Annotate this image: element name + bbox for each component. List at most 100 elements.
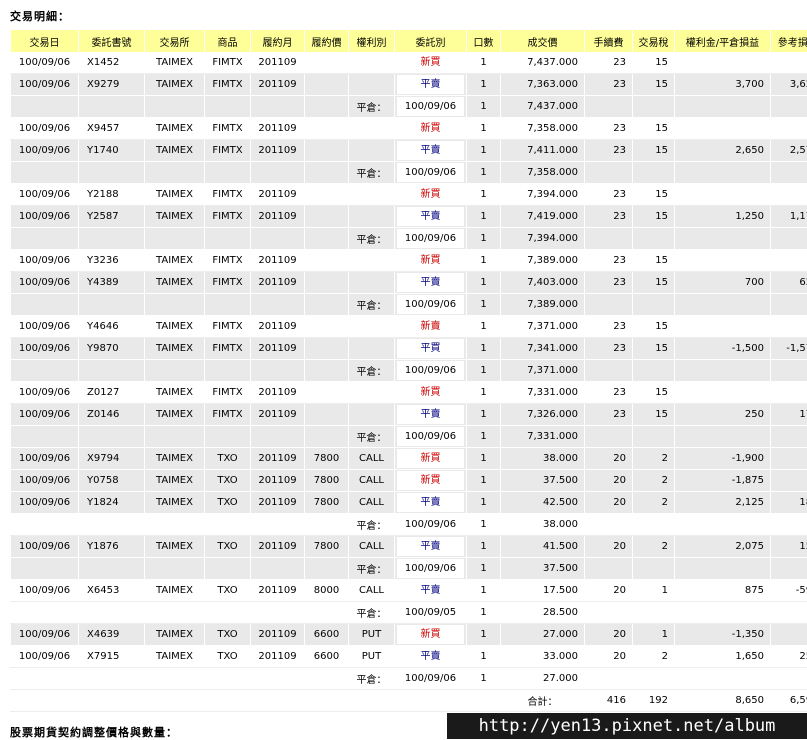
fee-cell: 20 (585, 492, 633, 514)
empty-cell (79, 294, 145, 316)
offset-label-cell: 平倉： (349, 294, 395, 316)
fill-price-cell: 38.000 (501, 448, 585, 470)
column-header: 交易稅 (633, 30, 675, 52)
offset-row: 平倉：100/09/0617,437.000 (11, 96, 807, 118)
order-side-cell: 新買 (395, 118, 467, 140)
table-row: 100/09/06Y0758TAIMEXTXO2011097800CALL新買1… (11, 470, 807, 492)
strike-cell (305, 74, 349, 96)
contract-month-cell: 201109 (251, 470, 305, 492)
empty-cell (771, 96, 807, 118)
table-body: 100/09/06X1452TAIMEXFIMTX201109新買17,437.… (11, 52, 807, 712)
total-fee-cell: 416 (585, 690, 633, 712)
table-row: 100/09/06Y1824TAIMEXTXO2011097800CALL平賣1… (11, 492, 807, 514)
fill-price-cell: 7,326.000 (501, 404, 585, 426)
trade-date-cell: 100/09/06 (11, 624, 79, 646)
quantity-cell: 1 (467, 74, 501, 96)
column-header: 商品 (205, 30, 251, 52)
strike-cell (305, 184, 349, 206)
column-header: 權利金/平倉損益 (675, 30, 771, 52)
fee-cell: 20 (585, 470, 633, 492)
offset-price-cell: 37.500 (501, 558, 585, 580)
offset-date: 100/09/06 (397, 427, 464, 446)
empty-cell (585, 294, 633, 316)
offset-label-cell: 平倉： (349, 162, 395, 184)
order-side-cell: 平賣 (395, 536, 467, 558)
tax-cell: 2 (633, 536, 675, 558)
quantity-cell: 1 (467, 448, 501, 470)
empty-cell (205, 558, 251, 580)
order-number-cell: Y9870 (79, 338, 145, 360)
empty-cell (205, 690, 251, 712)
adjustment-section-title: 股票期貨契約調整價格與數量： (10, 724, 178, 740)
order-side-label: 平賣 (397, 537, 464, 556)
quantity-cell: 1 (467, 184, 501, 206)
quantity-cell: 1 (467, 382, 501, 404)
offset-date: 100/09/06 (397, 295, 464, 314)
quantity-cell: 1 (467, 580, 501, 602)
order-number-cell: Z0146 (79, 404, 145, 426)
fee-cell: 20 (585, 580, 633, 602)
quantity-cell: 1 (467, 272, 501, 294)
column-header: 履約月 (251, 30, 305, 52)
empty-cell (771, 360, 807, 382)
tax-cell: 15 (633, 52, 675, 74)
order-number-cell: Y4389 (79, 272, 145, 294)
exchange-cell: TAIMEX (145, 184, 205, 206)
fill-price-cell: 33.000 (501, 646, 585, 668)
column-header: 交易所 (145, 30, 205, 52)
empty-cell (305, 602, 349, 624)
ref-pl-cell: 2,574 (771, 140, 807, 162)
offset-label-cell: 平倉： (349, 602, 395, 624)
quantity-cell: 1 (467, 514, 501, 536)
quantity-cell: 1 (467, 338, 501, 360)
pl-cell: 3,700 (675, 74, 771, 96)
empty-cell (585, 668, 633, 690)
product-cell: TXO (205, 646, 251, 668)
product-cell: FIMTX (205, 272, 251, 294)
fee-cell: 23 (585, 74, 633, 96)
empty-cell (305, 668, 349, 690)
strike-cell (305, 118, 349, 140)
order-number-cell: Y1740 (79, 140, 145, 162)
fill-price-cell: 7,411.000 (501, 140, 585, 162)
offset-row: 平倉：100/09/0617,389.000 (11, 294, 807, 316)
order-side-cell: 平賣 (395, 74, 467, 96)
exchange-cell: TAIMEX (145, 338, 205, 360)
order-number-cell: X1452 (79, 52, 145, 74)
quantity-cell: 1 (467, 294, 501, 316)
product-cell: FIMTX (205, 404, 251, 426)
empty-cell (585, 96, 633, 118)
fill-price-cell: 7,363.000 (501, 74, 585, 96)
quantity-cell: 1 (467, 162, 501, 184)
quantity-cell: 1 (467, 646, 501, 668)
empty-cell (467, 690, 501, 712)
table-row: 100/09/06X6453TAIMEXTXO2011098000CALL平賣1… (11, 580, 807, 602)
section-title: 交易明細： (10, 8, 70, 24)
empty-cell (145, 514, 205, 536)
order-number-cell: X6453 (79, 580, 145, 602)
empty-cell (205, 162, 251, 184)
right-type-cell: PUT (349, 624, 395, 646)
empty-cell (633, 668, 675, 690)
strike-cell (305, 404, 349, 426)
offset-price-cell: 7,389.000 (501, 294, 585, 316)
tax-cell: 15 (633, 184, 675, 206)
fee-cell: 23 (585, 382, 633, 404)
fee-cell: 23 (585, 404, 633, 426)
tax-cell: 2 (633, 646, 675, 668)
trade-date-cell: 100/09/06 (11, 118, 79, 140)
exchange-cell: TAIMEX (145, 316, 205, 338)
table-row: 100/09/06Y3236TAIMEXFIMTX201109新買17,389.… (11, 250, 807, 272)
empty-cell (251, 96, 305, 118)
empty-cell (675, 294, 771, 316)
ref-pl-cell (771, 624, 807, 646)
tax-cell: 15 (633, 382, 675, 404)
fee-cell: 23 (585, 118, 633, 140)
empty-cell (585, 360, 633, 382)
column-header: 履約價 (305, 30, 349, 52)
empty-cell (771, 162, 807, 184)
product-cell: FIMTX (205, 52, 251, 74)
contract-month-cell: 201109 (251, 492, 305, 514)
empty-cell (145, 228, 205, 250)
total-row: 合計：4161928,6506,596 (11, 690, 807, 712)
